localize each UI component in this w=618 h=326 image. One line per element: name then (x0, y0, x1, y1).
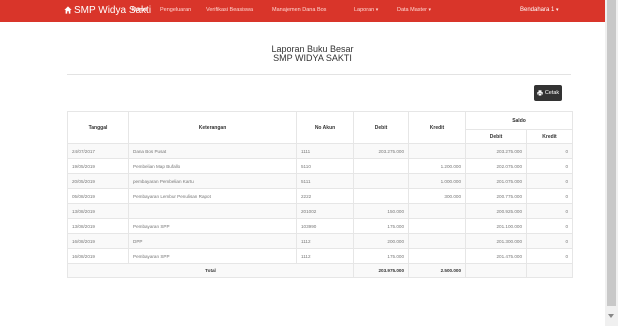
print-button[interactable]: Cetak (534, 85, 562, 101)
cell-kredit: 1.200.000 (408, 158, 466, 174)
nav-item-data-master[interactable]: Data Master ▾ (397, 7, 431, 13)
print-icon (537, 90, 543, 96)
cell-debit: 150.000 (353, 203, 409, 219)
cell-kredit (408, 233, 466, 249)
ledger-table: Tanggal Keterangan No Akun Debit Kredit … (67, 111, 573, 278)
cell-keterangan: DPP (128, 233, 297, 249)
cell-saldo-kredit: 0 (526, 218, 573, 234)
report-subtitle: SMP WIDYA SAKTI (273, 53, 352, 63)
print-button-label: Cetak (544, 90, 560, 96)
table-row: 13/08/2019 Pembayaran SPP 103990 175.000… (67, 218, 573, 234)
col-header-keterangan: Keterangan (128, 111, 297, 144)
col-header-saldo: Saldo (465, 111, 573, 130)
cell-tanggal: 19/05/2019 (67, 158, 129, 174)
cell-no-akun: 2222 (296, 188, 354, 204)
cell-keterangan (128, 203, 297, 219)
table-row: 16/08/2019 DPP 1112 200.000 201.300.000 … (67, 233, 573, 249)
nav-item-home[interactable]: Home (132, 7, 147, 13)
cell-saldo-debit: 201.300.000 (465, 233, 527, 249)
cell-saldo-kredit: 0 (526, 233, 573, 249)
cell-saldo-debit: 201.100.000 (465, 218, 527, 234)
nav-item-manajemen-dana-bos[interactable]: Manajemen Dana Bos (272, 7, 326, 13)
cell-debit (353, 173, 409, 189)
total-debit: 203.975.000 (353, 263, 409, 278)
cell-no-akun: 5111 (296, 173, 354, 189)
table-row: 05/08/2019 Pembayaran Lembur Penulisan R… (67, 188, 573, 204)
cell-no-akun: 1111 (296, 143, 354, 159)
col-header-saldo-kredit: Kredit (526, 129, 573, 144)
col-header-kredit: Kredit (408, 111, 466, 144)
chevron-down-icon: ▾ (375, 7, 379, 13)
cell-saldo-kredit: 0 (526, 248, 573, 264)
col-header-saldo-debit: Debit (465, 129, 527, 144)
cell-no-akun: 103990 (296, 218, 354, 234)
cell-saldo-kredit: 0 (526, 203, 573, 219)
cell-kredit: 300.000 (408, 188, 466, 204)
table-row: 19/05/2019 Pembelian Map Bufallo 5110 1.… (67, 158, 573, 174)
table-row: 13/08/2019 201002 150.000 200.925.000 0 (67, 203, 573, 219)
cell-tanggal: 13/08/2019 (67, 203, 129, 219)
cell-no-akun: 201002 (296, 203, 354, 219)
cell-saldo-debit: 200.925.000 (465, 203, 527, 219)
nav-item-laporan[interactable]: Laporan ▾ (354, 7, 378, 13)
cell-debit: 175.000 (353, 248, 409, 264)
table-row: 20/05/2019 pembayaran Pembelian Kartu 51… (67, 173, 573, 189)
cell-saldo-debit: 202.075.000 (465, 158, 527, 174)
cell-kredit: 1.000.000 (408, 173, 466, 189)
cell-debit: 200.000 (353, 233, 409, 249)
cell-keterangan: pembayaran Pembelian Kartu (128, 173, 297, 189)
cell-kredit (408, 203, 466, 219)
table-row: 24/07/2017 Dana Bos Pusat 1111 203.275.0… (67, 143, 573, 159)
cell-tanggal: 24/07/2017 (67, 143, 129, 159)
cell-keterangan: Dana Bos Pusat (128, 143, 297, 159)
cell-debit: 203.275.000 (353, 143, 409, 159)
col-header-debit: Debit (353, 111, 409, 144)
cell-kredit (408, 248, 466, 264)
title-divider (67, 74, 571, 75)
cell-saldo-debit: 200.775.000 (465, 188, 527, 204)
cell-kredit (408, 143, 466, 159)
col-header-tanggal: Tanggal (67, 111, 129, 144)
total-saldo-debit (465, 263, 527, 278)
cell-no-akun: 5110 (296, 158, 354, 174)
user-menu[interactable]: Bendahara 1 ▾ (520, 7, 559, 13)
chevron-down-icon: ▾ (428, 7, 432, 13)
scroll-down-arrow-icon[interactable] (608, 314, 614, 318)
cell-tanggal: 13/08/2019 (67, 218, 129, 234)
nav-item-pengeluaran[interactable]: Pengeluaran (160, 7, 191, 13)
cell-no-akun: 1112 (296, 233, 354, 249)
cell-saldo-debit: 201.475.000 (465, 248, 527, 264)
cell-saldo-kredit: 0 (526, 143, 573, 159)
cell-saldo-kredit: 0 (526, 188, 573, 204)
total-label: Total (67, 263, 354, 278)
table-row: 16/08/2019 Pembayaran SPP 1112 175.000 2… (67, 248, 573, 264)
cell-tanggal: 05/08/2019 (67, 188, 129, 204)
cell-debit: 175.000 (353, 218, 409, 234)
cell-keterangan: Pembayaran SPP (128, 248, 297, 264)
cell-keterangan: Pembelian Map Bufallo (128, 158, 297, 174)
cell-saldo-debit: 201.075.000 (465, 173, 527, 189)
cell-tanggal: 20/05/2019 (67, 173, 129, 189)
cell-saldo-kredit: 0 (526, 173, 573, 189)
cell-saldo-kredit: 0 (526, 158, 573, 174)
cell-no-akun: 1112 (296, 248, 354, 264)
total-row: Total 203.975.000 2.500.000 (67, 263, 573, 278)
cell-keterangan: Pembayaran Lembur Penulisan Rapot (128, 188, 297, 204)
cell-keterangan: Pembayaran SPP (128, 218, 297, 234)
cell-debit (353, 158, 409, 174)
cell-tanggal: 16/08/2019 (67, 248, 129, 264)
total-saldo-kredit (526, 263, 573, 278)
cell-debit (353, 188, 409, 204)
top-navbar: SMP Widya Sakti Home Pengeluaran Verifik… (0, 0, 605, 22)
total-kredit: 2.500.000 (408, 263, 466, 278)
home-icon (64, 6, 72, 14)
cell-saldo-debit: 203.275.000 (465, 143, 527, 159)
chevron-down-icon: ▾ (556, 7, 559, 13)
nav-item-verifikasi-beasiswa[interactable]: Verifikasi Beasiswa (206, 7, 253, 13)
col-header-no-akun: No Akun (296, 111, 354, 144)
cell-tanggal: 16/08/2019 (67, 233, 129, 249)
cell-kredit (408, 218, 466, 234)
